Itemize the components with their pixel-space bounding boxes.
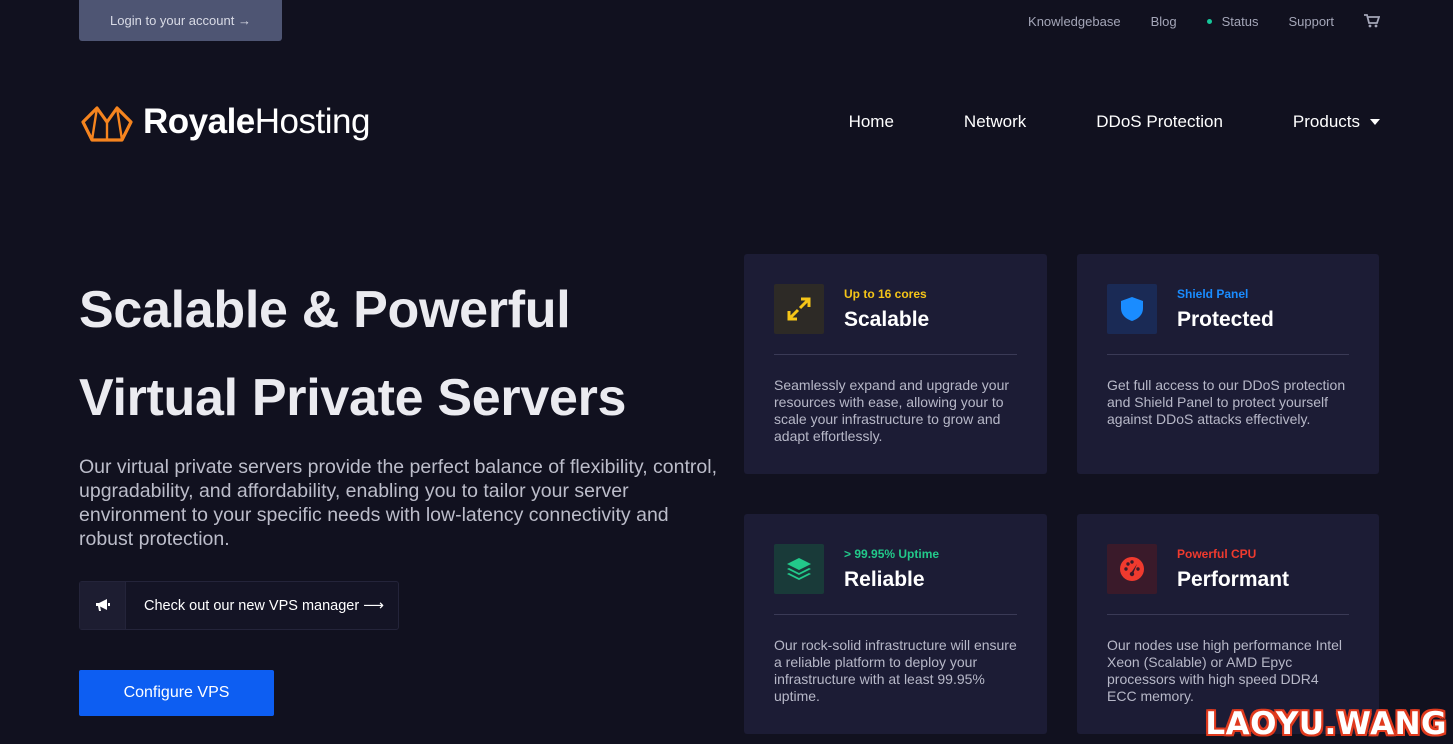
card-body: Our rock-solid infrastructure will ensur… <box>774 637 1017 704</box>
card-heading: Reliable <box>844 568 925 591</box>
nav-home[interactable]: Home <box>849 112 894 132</box>
cart-link[interactable] <box>1364 14 1380 28</box>
layers-icon <box>774 544 824 594</box>
blog-link[interactable]: Blog <box>1151 14 1177 29</box>
shield-icon <box>1107 284 1157 334</box>
watermark: LAOYU.WANG <box>1205 706 1447 742</box>
card-kicker: Shield Panel <box>1177 287 1249 301</box>
status-label: Status <box>1221 13 1259 29</box>
expand-arrows-icon <box>774 284 824 334</box>
hero-title: Scalable & Powerful Virtual Private Serv… <box>79 266 739 442</box>
logo[interactable]: RoyaleHosting <box>79 100 370 142</box>
configure-vps-button[interactable]: Configure VPS <box>79 670 274 716</box>
caret-down-icon <box>1370 119 1380 125</box>
vps-manager-label: Check out our new VPS manager ⟶ <box>144 597 385 614</box>
card-kicker: Powerful CPU <box>1177 547 1257 561</box>
feature-card-reliable: > 99.95% Uptime Reliable Our rock-solid … <box>744 514 1047 734</box>
hero-description: Our virtual private servers provide the … <box>79 456 718 550</box>
crown-logo <box>81 106 133 142</box>
cart-icon <box>1364 14 1380 28</box>
logo-text: RoyaleHosting <box>143 104 370 139</box>
login-button[interactable]: Login to your account → <box>79 0 282 41</box>
nav-network[interactable]: Network <box>964 112 1026 132</box>
utility-nav: Knowledgebase Blog Status Support <box>1028 12 1380 30</box>
logo-text-regular: Hosting <box>254 101 371 141</box>
status-dot-icon <box>1206 18 1212 24</box>
feature-card-performant: Powerful CPU Performant Our nodes use hi… <box>1077 514 1379 734</box>
card-body: Seamlessly expand and upgrade your resou… <box>774 377 1010 444</box>
feature-card-protected: Shield Panel Protected Get full access t… <box>1077 254 1379 474</box>
megaphone-icon <box>80 582 126 629</box>
page: Login to your account → Knowledgebase Bl… <box>0 0 1453 744</box>
status-link[interactable]: Status <box>1206 13 1259 29</box>
support-link[interactable]: Support <box>1288 14 1334 29</box>
card-divider <box>774 354 1017 355</box>
knowledgebase-link[interactable]: Knowledgebase <box>1028 14 1121 29</box>
card-body: Get full access to our DDoS protection a… <box>1107 377 1346 427</box>
card-divider <box>1107 354 1349 355</box>
card-body: Our nodes use high performance Intel Xeo… <box>1107 637 1343 704</box>
main-nav: Home Network DDoS Protection Products <box>849 112 1380 132</box>
hero-title-line-1: Scalable & Powerful <box>79 281 571 339</box>
nav-products-label: Products <box>1292 112 1360 131</box>
card-kicker: Up to 16 cores <box>844 287 927 301</box>
card-divider <box>1107 614 1349 615</box>
feature-card-scalable: Up to 16 cores Scalable Seamlessly expan… <box>744 254 1047 474</box>
card-divider <box>774 614 1017 615</box>
nav-products[interactable]: Products <box>1293 112 1380 132</box>
card-heading: Performant <box>1177 568 1290 591</box>
card-heading: Scalable <box>844 308 930 331</box>
hero-title-line-2: Virtual Private Servers <box>79 369 627 427</box>
nav-ddos-protection[interactable]: DDoS Protection <box>1096 112 1223 132</box>
gauge-icon <box>1107 544 1157 594</box>
card-kicker: > 99.95% Uptime <box>844 547 940 561</box>
logo-text-bold: Royale <box>143 101 255 141</box>
vps-manager-link[interactable]: Check out our new VPS manager ⟶ <box>79 581 399 630</box>
card-heading: Protected <box>1177 308 1274 331</box>
